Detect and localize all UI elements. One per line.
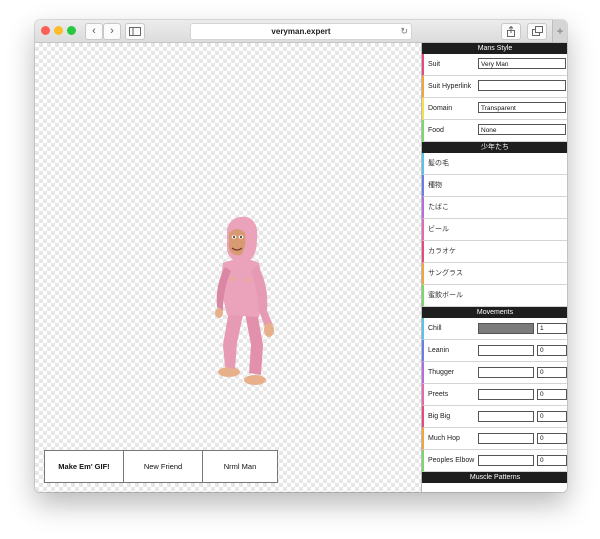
back-button[interactable]: ‹ — [85, 23, 103, 40]
forward-button[interactable]: › — [103, 23, 121, 40]
friend-item-karaoke[interactable]: カラオケ — [422, 241, 567, 263]
movement-row-peoples-elbow: Peoples Elbow 0 — [422, 450, 567, 472]
big-big-value-input[interactable]: 0 — [537, 411, 567, 422]
chill-value-input[interactable]: 1 — [537, 323, 567, 334]
title-bar: ‹ › veryman.expert ↻ + — [35, 20, 567, 43]
much-hop-value-input[interactable]: 0 — [537, 433, 567, 444]
friends-header[interactable]: 少年たち — [422, 142, 567, 153]
movements-header[interactable]: Movements — [422, 307, 567, 318]
food-row: Food None — [422, 120, 567, 142]
much-hop-slider[interactable] — [478, 433, 534, 444]
suit-input[interactable]: Very Man — [478, 58, 566, 69]
close-window-button[interactable] — [41, 26, 50, 35]
address-bar[interactable]: veryman.expert ↻ — [190, 23, 412, 40]
render-canvas[interactable]: Make Em' GIF! New Friend Nrml Man — [35, 43, 421, 492]
chill-label: Chill — [428, 325, 442, 332]
plus-icon: + — [556, 24, 564, 38]
domain-row: Domain Transparent — [422, 98, 567, 120]
movement-row-big-big: Big Big 0 — [422, 406, 567, 428]
movement-row-thugger: Thugger 0 — [422, 362, 567, 384]
suit-hyperlink-row: Suit Hyperlink — [422, 76, 567, 98]
friend-item-beer[interactable]: ビール — [422, 219, 567, 241]
tabs-icon — [531, 26, 543, 36]
normal-man-button[interactable]: Nrml Man — [203, 451, 277, 482]
leanin-value-input[interactable]: 0 — [537, 345, 567, 356]
mans-style-header[interactable]: Mans Style — [422, 43, 567, 54]
movement-row-preets: Preets 0 — [422, 384, 567, 406]
share-button[interactable] — [501, 23, 521, 40]
sidebar-button[interactable] — [125, 23, 145, 40]
chill-slider-fill — [479, 324, 533, 333]
domain-input[interactable]: Transparent — [478, 102, 566, 113]
reload-icon[interactable]: ↻ — [400, 24, 408, 39]
friend-item-ball[interactable]: 蜜飲ボール — [422, 285, 567, 307]
friend-item-plant[interactable]: 種物 — [422, 175, 567, 197]
tabs-button[interactable] — [527, 23, 547, 40]
food-label: Food — [428, 127, 444, 134]
suit-hyperlink-input[interactable] — [478, 80, 566, 91]
domain-label: Domain — [428, 105, 453, 112]
zoom-window-button[interactable] — [67, 26, 76, 35]
share-icon — [507, 25, 515, 37]
chevron-left-icon: ‹ — [92, 25, 96, 37]
suit-label: Suit — [428, 61, 441, 68]
leanin-slider[interactable] — [478, 345, 534, 356]
thugger-slider[interactable] — [478, 367, 534, 378]
preets-slider[interactable] — [478, 389, 534, 400]
thugger-label: Thugger — [428, 369, 455, 376]
peoples-elbow-slider[interactable] — [478, 455, 534, 466]
new-friend-button[interactable]: New Friend — [124, 451, 203, 482]
preets-label: Preets — [428, 391, 449, 398]
friend-item-hair[interactable]: 髪の毛 — [422, 153, 567, 175]
preets-value-input[interactable]: 0 — [537, 389, 567, 400]
controls-panel: Mans Style Suit Very Man Suit Hyperlink … — [421, 43, 567, 492]
big-big-label: Big Big — [428, 413, 451, 420]
chill-slider[interactable] — [478, 323, 534, 334]
muscle-patterns-header[interactable]: Muscle Patterns — [422, 472, 567, 483]
action-button-group: Make Em' GIF! New Friend Nrml Man — [44, 450, 278, 483]
movement-row-leanin: Leanin 0 — [422, 340, 567, 362]
chevron-right-icon: › — [110, 25, 114, 37]
sidebar-icon — [129, 27, 141, 36]
make-gif-button[interactable]: Make Em' GIF! — [45, 451, 124, 482]
movement-row-much-hop: Much Hop 0 — [422, 428, 567, 450]
food-input[interactable]: None — [478, 124, 566, 135]
movement-row-chill: Chill 1 — [422, 318, 567, 340]
pink-man-figure — [215, 216, 274, 385]
url-text: veryman.expert — [271, 27, 331, 36]
leanin-label: Leanin — [428, 347, 450, 354]
new-tab-button[interactable]: + — [552, 20, 567, 42]
peoples-elbow-value-input[interactable]: 0 — [537, 455, 567, 466]
peoples-elbow-label: Peoples Elbow — [428, 457, 475, 464]
big-big-slider[interactable] — [478, 411, 534, 422]
friend-item-sunglasses[interactable]: サングラス — [422, 263, 567, 285]
browser-window: ‹ › veryman.expert ↻ + Make Em' GIF! New… — [35, 20, 567, 492]
much-hop-label: Much Hop — [428, 435, 460, 442]
thugger-value-input[interactable]: 0 — [537, 367, 567, 378]
suit-row: Suit Very Man — [422, 54, 567, 76]
minimize-window-button[interactable] — [54, 26, 63, 35]
suit-hyperlink-label: Suit Hyperlink — [428, 83, 472, 90]
friend-item-cigarette[interactable]: たばこ — [422, 197, 567, 219]
